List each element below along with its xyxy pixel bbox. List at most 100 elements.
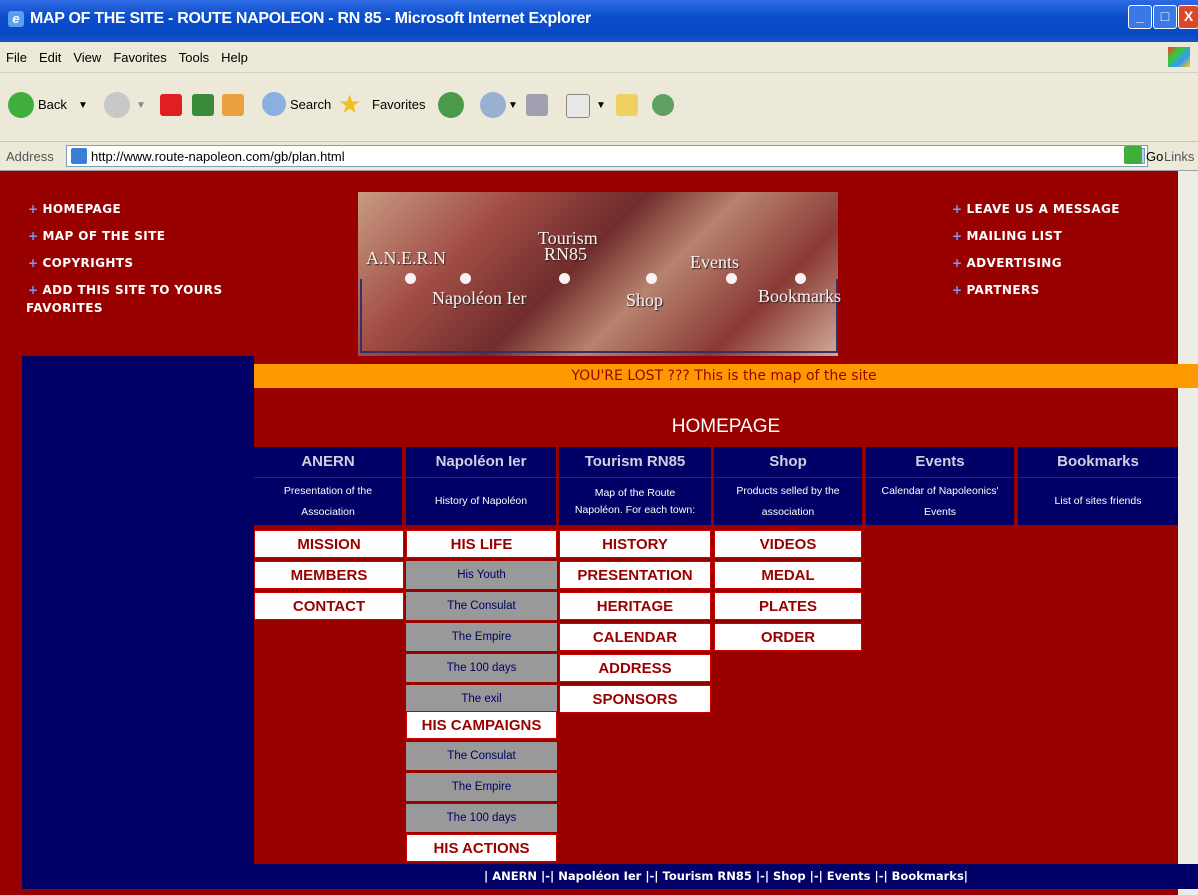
col-head-bookmarks[interactable]: Bookmarks xyxy=(1018,447,1178,477)
link-plates[interactable]: PLATES xyxy=(714,592,862,620)
lost-banner: YOU'RE LOST ??? This is the map of the s… xyxy=(254,364,1198,388)
banner-dot xyxy=(726,273,737,284)
link-life-consulat[interactable]: The Consulat xyxy=(406,592,557,620)
link-his-campaigns[interactable]: HIS CAMPAIGNS xyxy=(406,711,557,739)
col-desc-napoleon: History of Napoléon xyxy=(406,478,556,525)
col-head-napoleon[interactable]: Napoléon Ier xyxy=(406,447,556,477)
nav-partners[interactable]: + PARTNERS xyxy=(952,283,1040,297)
discuss-icon[interactable] xyxy=(616,94,638,116)
edit-icon[interactable] xyxy=(566,94,590,118)
menu-help[interactable]: Help xyxy=(215,42,254,65)
col-head-shop[interactable]: Shop xyxy=(714,447,862,477)
plus-icon: + xyxy=(952,256,963,270)
link-his-youth[interactable]: His Youth xyxy=(406,561,557,589)
link-his-actions[interactable]: HIS ACTIONS xyxy=(406,834,557,862)
back-button[interactable]: Back xyxy=(38,97,67,112)
link-campaign-empire[interactable]: The Empire xyxy=(406,773,557,801)
plus-icon: + xyxy=(28,202,39,216)
vertical-scrollbar[interactable] xyxy=(1178,171,1198,895)
link-videos[interactable]: VIDEOS xyxy=(714,530,862,558)
menu-favorites[interactable]: Favorites xyxy=(107,42,172,65)
nav-homepage[interactable]: + HOMEPAGE xyxy=(28,202,121,216)
back-arrow-icon[interactable] xyxy=(8,92,34,118)
plus-icon: + xyxy=(28,283,39,297)
plus-icon: + xyxy=(28,256,39,270)
nav-mailing-list[interactable]: + MAILING LIST xyxy=(952,229,1062,243)
plus-icon: + xyxy=(952,202,963,216)
link-life-100-days[interactable]: The 100 days xyxy=(406,654,557,682)
link-campaign-consulat[interactable]: The Consulat xyxy=(406,742,557,770)
link-heritage[interactable]: HERITAGE xyxy=(559,592,711,620)
menu-edit[interactable]: Edit xyxy=(33,42,67,65)
link-mission[interactable]: MISSION xyxy=(254,530,404,558)
link-members[interactable]: MEMBERS xyxy=(254,561,404,589)
banner-link-events[interactable]: Events xyxy=(690,252,739,273)
col-desc-anern: Presentation of the Association xyxy=(254,478,402,525)
banner-link-anern[interactable]: A.N.E.R.N xyxy=(366,248,446,269)
banner-dot xyxy=(559,273,570,284)
menu-file[interactable]: File xyxy=(0,42,33,65)
history-icon[interactable] xyxy=(438,92,464,118)
window-title: MAP OF THE SITE - ROUTE NAPOLEON - RN 85… xyxy=(30,10,591,27)
go-arrow-icon[interactable] xyxy=(1124,146,1142,164)
link-calendar[interactable]: CALENDAR xyxy=(559,623,711,651)
go-button[interactable]: Go xyxy=(1146,149,1163,164)
banner-link-napoleon[interactable]: Napoléon Ier xyxy=(432,288,526,309)
col-head-anern[interactable]: ANERN xyxy=(254,447,402,477)
col-desc-bookmarks: List of sites friends xyxy=(1018,478,1178,525)
link-exil[interactable]: The exil xyxy=(406,685,557,713)
col-head-tourism[interactable]: Tourism RN85 xyxy=(559,447,711,477)
nav-leave-message[interactable]: + LEAVE US A MESSAGE xyxy=(952,202,1120,216)
nav-add-favorites-line2[interactable]: FAVORITES xyxy=(26,301,103,315)
close-button[interactable]: X xyxy=(1178,5,1198,29)
nav-copyrights[interactable]: + COPYRIGHTS xyxy=(28,256,133,270)
col-head-events[interactable]: Events xyxy=(866,447,1014,477)
footer-links[interactable]: | ANERN |-| Napoléon Ier |-| Tourism RN8… xyxy=(254,864,1198,889)
link-presentation[interactable]: PRESENTATION xyxy=(559,561,711,589)
nav-map-of-site[interactable]: + MAP OF THE SITE xyxy=(28,229,165,243)
plus-icon: + xyxy=(28,229,39,243)
link-sponsors[interactable]: SPONSORS xyxy=(559,685,711,713)
link-campaign-100-days[interactable]: The 100 days xyxy=(406,804,557,832)
links-button[interactable]: Links xyxy=(1164,149,1194,164)
col-desc-shop: Products selled by the association xyxy=(714,478,862,525)
link-history[interactable]: HISTORY xyxy=(559,530,711,558)
banner-link-rn85[interactable]: RN85 xyxy=(544,244,587,265)
link-medal[interactable]: MEDAL xyxy=(714,561,862,589)
link-life-empire[interactable]: The Empire xyxy=(406,623,557,651)
address-input[interactable]: http://www.route-napoleon.com/gb/plan.ht… xyxy=(66,145,1148,167)
link-contact[interactable]: CONTACT xyxy=(254,592,404,620)
minimize-button[interactable]: _ xyxy=(1128,5,1152,29)
refresh-icon[interactable] xyxy=(192,94,214,116)
search-button[interactable]: Search xyxy=(290,97,331,112)
forward-arrow-icon[interactable] xyxy=(104,92,130,118)
home-icon[interactable] xyxy=(222,94,244,116)
forward-dropdown-icon[interactable]: ▼ xyxy=(136,100,146,111)
toolbar: Back ▼ ▼ Search ★ Favorites ▼ ▼ xyxy=(0,73,1198,142)
favorites-button[interactable]: Favorites xyxy=(372,97,425,112)
messenger-icon[interactable] xyxy=(652,94,674,116)
mail-dropdown-icon[interactable]: ▼ xyxy=(508,100,518,111)
stop-icon[interactable] xyxy=(160,94,182,116)
mail-icon[interactable] xyxy=(480,92,506,118)
link-order[interactable]: ORDER xyxy=(714,623,862,651)
address-url[interactable]: http://www.route-napoleon.com/gb/plan.ht… xyxy=(91,149,345,164)
print-icon[interactable] xyxy=(526,94,548,116)
page-icon xyxy=(71,148,87,164)
nav-add-favorites[interactable]: + ADD THIS SITE TO YOURS xyxy=(28,283,223,297)
col-desc-tourism: Map of the Route Napoléon. For each town: xyxy=(559,478,711,525)
search-icon[interactable] xyxy=(262,92,286,116)
menu-view[interactable]: View xyxy=(67,42,107,65)
nav-advertising[interactable]: + ADVERTISING xyxy=(952,256,1062,270)
maximize-button[interactable]: □ xyxy=(1153,5,1177,29)
link-address[interactable]: ADDRESS xyxy=(559,654,711,682)
homepage-heading[interactable]: HOMEPAGE xyxy=(254,416,1198,438)
menu-tools[interactable]: Tools xyxy=(173,42,215,65)
link-his-life[interactable]: HIS LIFE xyxy=(406,530,557,558)
edit-dropdown-icon[interactable]: ▼ xyxy=(596,100,606,111)
banner-link-bookmarks[interactable]: Bookmarks xyxy=(758,286,841,307)
back-dropdown-icon[interactable]: ▼ xyxy=(78,100,88,111)
banner-dot xyxy=(795,273,806,284)
banner-link-shop[interactable]: Shop xyxy=(626,290,663,311)
favorites-star-icon[interactable]: ★ xyxy=(338,89,361,120)
